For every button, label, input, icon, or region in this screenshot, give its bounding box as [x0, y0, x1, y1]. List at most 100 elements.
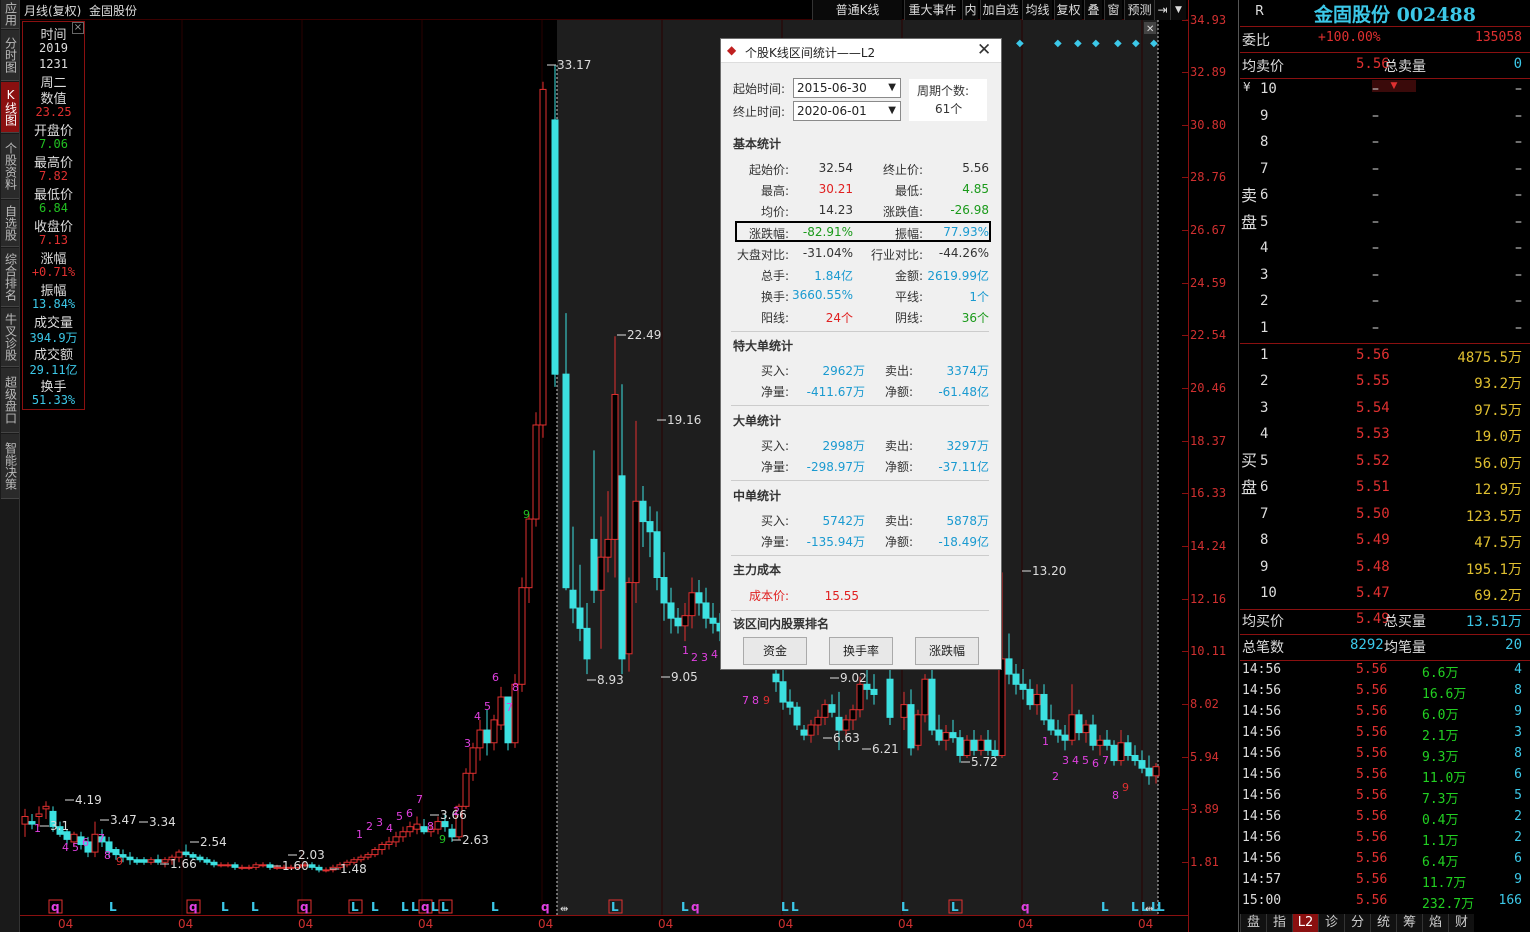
candle-body[interactable]	[590, 538, 598, 591]
ask-row[interactable]: 10 – –	[1242, 81, 1526, 107]
bottom-marker[interactable]: L	[441, 900, 449, 914]
candle-body[interactable]	[695, 592, 703, 604]
candle-body[interactable]	[863, 683, 871, 690]
candle-body[interactable]	[984, 739, 992, 751]
bottom-marker[interactable]: L	[251, 900, 259, 914]
candle-body[interactable]	[956, 737, 964, 756]
bottom-marker[interactable]: L	[1157, 900, 1165, 914]
candle-body[interactable]	[203, 859, 211, 863]
rank-by-capital-button[interactable]: 资金	[743, 637, 807, 665]
event-marker-icon[interactable]: ◆	[1132, 38, 1140, 49]
candle-body[interactable]	[161, 859, 169, 863]
candle-body[interactable]	[660, 577, 668, 604]
candle-body[interactable]	[1040, 693, 1048, 721]
candle-body[interactable]	[1047, 719, 1055, 731]
candle-body[interactable]	[928, 678, 936, 731]
candle-body[interactable]	[576, 607, 584, 629]
bottom-marker[interactable]: L	[901, 900, 909, 914]
candle-body[interactable]	[1131, 754, 1139, 762]
ask-row[interactable]: 9 – –	[1242, 108, 1526, 134]
candle-body[interactable]	[921, 678, 929, 716]
bottom-marker[interactable]: L	[791, 900, 799, 914]
exit-icon[interactable]: ⇥	[1154, 0, 1170, 20]
bid-row[interactable]: 8 5.49 47.5万	[1242, 532, 1526, 558]
left-tab-0[interactable]: 应用	[1, 0, 19, 29]
quote-tab-1[interactable]: 指	[1266, 914, 1292, 932]
quote-tab-3[interactable]: 诊	[1318, 914, 1344, 932]
bottom-marker[interactable]: L	[401, 900, 409, 914]
candle-body[interactable]	[604, 538, 612, 558]
candle-body[interactable]	[786, 701, 794, 708]
left-tab-2[interactable]: K线图	[1, 82, 19, 133]
close-icon[interactable]: ×	[72, 22, 84, 34]
candle-body[interactable]	[793, 706, 801, 726]
candle-body[interactable]	[518, 587, 526, 685]
candle-body[interactable]	[562, 373, 570, 589]
candle-body[interactable]	[357, 856, 365, 861]
candle-body[interactable]	[364, 854, 372, 858]
candle-body[interactable]	[583, 627, 591, 660]
candle-body[interactable]	[252, 864, 260, 868]
candle-body[interactable]	[371, 849, 379, 856]
candle-body[interactable]	[308, 864, 316, 868]
bottom-marker[interactable]: L	[1131, 900, 1139, 914]
start-date-select[interactable]: 2015-06-30 ▼	[793, 78, 901, 98]
toolbar-button-6[interactable]: 叠	[1084, 0, 1102, 20]
candle-body[interactable]	[490, 719, 498, 744]
candle-body[interactable]	[273, 866, 281, 869]
bid-row[interactable]: 10 5.47 69.2万	[1242, 585, 1526, 611]
bid-row[interactable]: 2 5.55 93.2万	[1242, 373, 1526, 399]
left-tab-6[interactable]: 牛叉诊股	[1, 308, 19, 367]
candle-body[interactable]	[674, 617, 682, 627]
candle-body[interactable]	[886, 678, 894, 718]
candle-body[interactable]	[914, 714, 922, 746]
candle-body[interactable]	[625, 582, 633, 655]
candle-body[interactable]	[1019, 683, 1027, 690]
candle-body[interactable]	[1005, 658, 1013, 675]
candle-body[interactable]	[835, 716, 843, 731]
bottom-marker[interactable]: L	[681, 900, 689, 914]
toolbar-button-2[interactable]: 内	[962, 0, 978, 20]
candle-body[interactable]	[618, 475, 626, 660]
left-tab-7[interactable]: 超级盘口	[1, 368, 19, 433]
rank-by-change-button[interactable]: 涨跌幅	[915, 637, 979, 665]
candle-body[interactable]	[779, 681, 787, 703]
quote-tab-7[interactable]: 焰	[1422, 914, 1448, 932]
candle-body[interactable]	[667, 602, 675, 619]
event-marker-icon[interactable]: ◆	[1074, 38, 1082, 49]
candle-body[interactable]	[856, 683, 864, 711]
candle-body[interactable]	[849, 709, 857, 721]
candle-body[interactable]	[140, 859, 148, 863]
candle-body[interactable]	[653, 531, 661, 579]
dialog-titlebar[interactable]: ◆ 个股K线区间统计——L2 ✕	[721, 39, 1001, 63]
candle-body[interactable]	[681, 615, 689, 627]
bottom-marker[interactable]: q	[541, 900, 550, 914]
candle-body[interactable]	[907, 704, 915, 749]
candle-body[interactable]	[413, 823, 421, 830]
bid-row[interactable]: 4 5.53 19.0万	[1242, 426, 1526, 452]
event-marker-icon[interactable]: ◆	[1114, 38, 1122, 49]
toolbar-button-4[interactable]: 均线	[1022, 0, 1052, 20]
candle-body[interactable]	[646, 521, 654, 533]
left-tab-4[interactable]: 自选股	[1, 200, 19, 247]
candle-body[interactable]	[688, 592, 696, 617]
bottom-marker[interactable]: L	[431, 900, 439, 914]
candle-body[interactable]	[406, 826, 414, 833]
candle-body[interactable]	[639, 500, 647, 523]
bottom-marker[interactable]: L	[781, 900, 789, 914]
candle-body[interactable]	[597, 556, 605, 591]
ask-row[interactable]: 2 – –	[1242, 293, 1526, 319]
candle-body[interactable]	[1089, 724, 1097, 746]
quote-tab-8[interactable]: 财	[1448, 914, 1474, 932]
candle-body[interactable]	[1145, 767, 1153, 777]
bid-row[interactable]: 7 5.50 123.5万	[1242, 506, 1526, 532]
end-date-select[interactable]: 2020-06-01 ▼	[793, 101, 901, 121]
candle-body[interactable]	[112, 849, 120, 856]
candle-body[interactable]	[196, 856, 204, 861]
bottom-marker[interactable]: L	[611, 900, 619, 914]
candle-body[interactable]	[1068, 714, 1076, 741]
bottom-marker[interactable]: L	[371, 900, 379, 914]
quote-tab-4[interactable]: 分	[1344, 914, 1370, 932]
candle-body[interactable]	[1026, 688, 1034, 706]
bottom-marker[interactable]: L	[1101, 900, 1109, 914]
